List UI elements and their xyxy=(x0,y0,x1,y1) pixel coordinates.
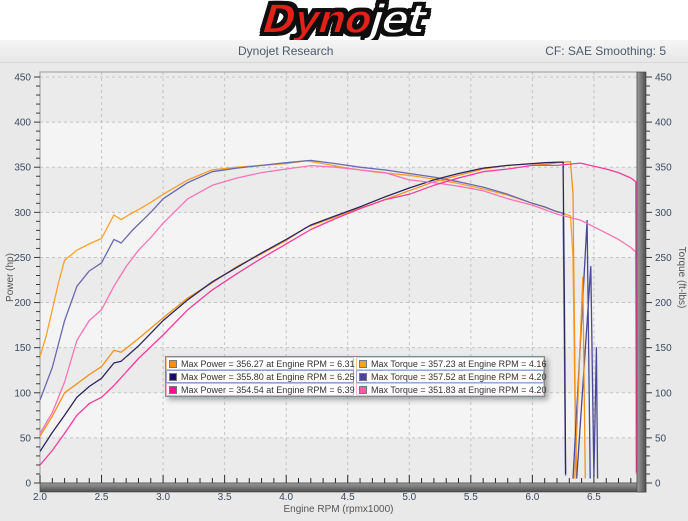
svg-text:6.5: 6.5 xyxy=(587,492,601,503)
svg-text:150: 150 xyxy=(14,343,31,354)
svg-text:300: 300 xyxy=(655,208,672,219)
logo-strip: Dynojet xyxy=(0,0,688,44)
header-bar: Dynojet Research CF: SAE Smoothing: 5 xyxy=(0,40,688,63)
svg-text:3.0: 3.0 xyxy=(156,492,170,503)
svg-text:4.0: 4.0 xyxy=(279,492,293,503)
svg-text:450: 450 xyxy=(655,73,672,84)
svg-text:2.0: 2.0 xyxy=(33,492,47,503)
page-title: Dynojet Research xyxy=(238,44,334,58)
svg-text:100: 100 xyxy=(655,388,672,399)
series-color-swatch xyxy=(359,372,367,381)
legend-row-torque-3: Max Torque = 351.83 at Engine RPM = 4.20 xyxy=(356,383,547,396)
logo-text-dyno: Dyno xyxy=(260,0,374,44)
svg-text:6.0: 6.0 xyxy=(525,492,539,503)
svg-text:Torque (ft-lbs): Torque (ft-lbs) xyxy=(676,247,687,309)
svg-text:Power (hp): Power (hp) xyxy=(5,253,16,302)
legend-row-power-3: Max Power = 354.54 at Engine RPM = 6.39 xyxy=(166,383,355,396)
svg-text:4.5: 4.5 xyxy=(341,492,355,503)
legend-row-power-2: Max Power = 355.80 at Engine RPM = 6.25 xyxy=(166,370,355,383)
svg-text:5.0: 5.0 xyxy=(402,492,416,503)
svg-text:350: 350 xyxy=(655,163,672,174)
svg-text:250: 250 xyxy=(14,253,31,264)
legend-power-column: Max Power = 356.27 at Engine RPM = 6.31 … xyxy=(166,357,355,396)
dyno-app-window: Dynojet Dynojet Research CF: SAE Smoothi… xyxy=(0,0,688,521)
svg-text:300: 300 xyxy=(14,208,31,219)
legend-torque-column: Max Torque = 357.23 at Engine RPM = 4.16… xyxy=(356,357,547,396)
svg-text:400: 400 xyxy=(14,118,31,129)
svg-text:0: 0 xyxy=(25,479,31,490)
svg-text:3.5: 3.5 xyxy=(218,492,232,503)
dyno-graph-plot: 0 0 50 50 100 100 150 150 200 200 250 250 300 300 350 3… xyxy=(5,71,687,515)
svg-text:100: 100 xyxy=(14,388,31,399)
legend-label: Max Torque = 357.52 at Engine RPM = 4.20 xyxy=(371,371,547,382)
svg-text:400: 400 xyxy=(655,118,672,129)
svg-text:Engine RPM (rpmx1000): Engine RPM (rpmx1000) xyxy=(283,504,393,515)
legend-row-torque-1: Max Torque = 357.23 at Engine RPM = 4.16 xyxy=(356,357,547,370)
svg-text:450: 450 xyxy=(14,73,31,84)
legend-label: Max Power = 355.80 at Engine RPM = 6.25 xyxy=(181,371,355,382)
svg-text:200: 200 xyxy=(14,298,31,309)
svg-text:350: 350 xyxy=(14,163,31,174)
svg-text:0: 0 xyxy=(655,479,661,490)
legend-label: Max Power = 354.54 at Engine RPM = 6.39 xyxy=(181,384,355,395)
dynojet-logo: Dynojet xyxy=(260,0,428,44)
svg-text:250: 250 xyxy=(655,253,672,264)
series-color-swatch xyxy=(169,359,177,368)
chart-legend: Max Power = 356.27 at Engine RPM = 6.31 … xyxy=(165,356,547,397)
series-color-swatch xyxy=(169,385,177,394)
legend-label: Max Power = 356.27 at Engine RPM = 6.31 xyxy=(181,358,355,369)
svg-text:200: 200 xyxy=(655,298,672,309)
svg-text:150: 150 xyxy=(655,343,672,354)
svg-text:50: 50 xyxy=(655,433,667,444)
svg-text:2.5: 2.5 xyxy=(95,492,109,503)
legend-row-power-1: Max Power = 356.27 at Engine RPM = 6.31 xyxy=(166,357,355,370)
series-color-swatch xyxy=(359,385,367,394)
legend-row-torque-2: Max Torque = 357.52 at Engine RPM = 4.20 xyxy=(356,370,547,383)
legend-label: Max Torque = 357.23 at Engine RPM = 4.16 xyxy=(371,358,547,369)
series-color-swatch xyxy=(359,359,367,368)
legend-label: Max Torque = 351.83 at Engine RPM = 4.20 xyxy=(371,384,547,395)
svg-text:50: 50 xyxy=(20,433,32,444)
series-color-swatch xyxy=(169,372,177,381)
svg-text:5.5: 5.5 xyxy=(464,492,478,503)
logo-text-jet: jet xyxy=(367,0,428,44)
smoothing-status: CF: SAE Smoothing: 5 xyxy=(545,44,666,58)
